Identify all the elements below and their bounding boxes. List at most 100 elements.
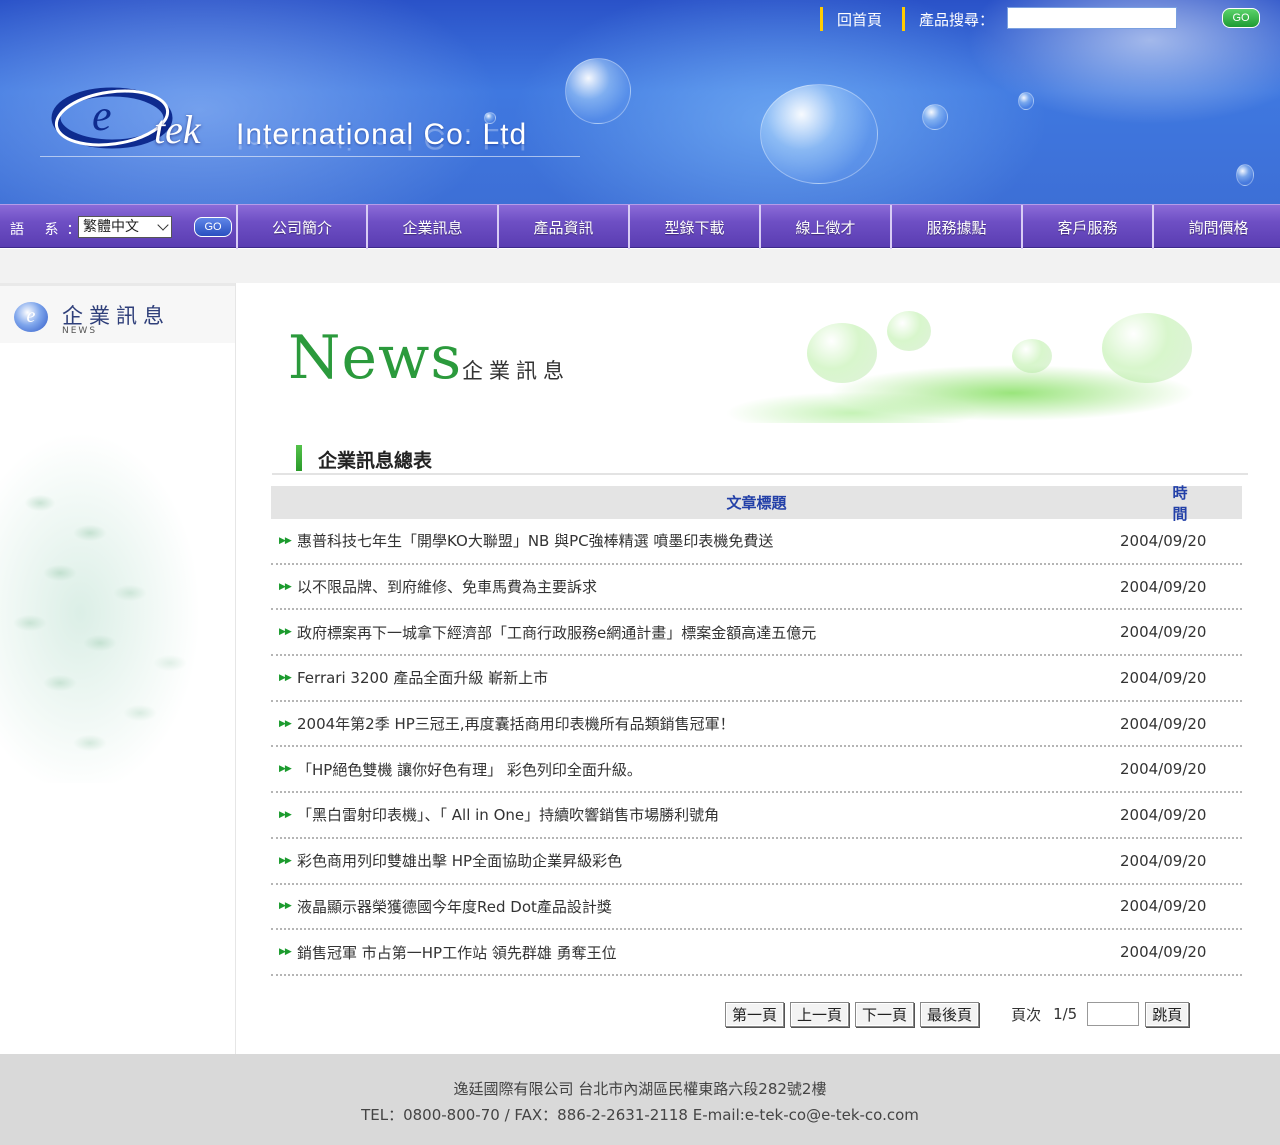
news-date: 2004/09/20 xyxy=(1120,623,1207,642)
double-arrow-icon: ▶▶ xyxy=(279,581,292,592)
last-page-button[interactable]: 最後頁 xyxy=(920,1001,980,1027)
main-content: News 企業訊息 企業訊息總表 文章標題 時間 ▶▶ 惠普科技七年生「開學KO… xyxy=(237,283,1280,1054)
news-title-link[interactable]: 以不限品牌、到府維修、免車馬費為主要訴求 xyxy=(297,576,1112,597)
news-date: 2004/09/20 xyxy=(1120,805,1207,824)
news-date: 2004/09/20 xyxy=(1120,714,1207,733)
news-date: 2004/09/20 xyxy=(1120,897,1207,916)
table-row[interactable]: ▶▶ 「黑白雷射印表機」、「 All in One」持續吹響銷售市場勝利號角 2… xyxy=(271,793,1242,839)
water-drop-decoration xyxy=(565,58,631,124)
table-row[interactable]: ▶▶ 液晶顯示器榮獲德國今年度Red Dot產品設計獎 2004/09/20 xyxy=(271,885,1242,931)
news-date: 2004/09/20 xyxy=(1120,760,1207,779)
footer-address: 逸廷國際有限公司 台北市內湖區民權東路六段282號2樓 xyxy=(453,1080,827,1098)
product-search-label: 產品搜尋： xyxy=(919,10,995,29)
page-indicator: 1/5 xyxy=(1053,1005,1078,1023)
jump-page-input[interactable] xyxy=(1087,1002,1140,1026)
language-label: 語 系： xyxy=(10,222,89,238)
divider xyxy=(902,7,906,31)
language-selected-value: 繁體中文 xyxy=(83,219,139,235)
green-bubble-decoration xyxy=(1012,339,1052,373)
search-go-button[interactable]: GO xyxy=(1222,8,1260,28)
news-table: 文章標題 時間 ▶▶ 惠普科技七年生「開學KO大聯盟」NB 與PC強棒精選 噴墨… xyxy=(271,484,1242,976)
nav-item-careers[interactable]: 線上徵才 xyxy=(759,205,890,249)
company-name-reflection: International Co. Ltd xyxy=(236,122,528,155)
news-banner: News 企業訊息 xyxy=(272,303,1242,423)
language-go-button[interactable]: GO xyxy=(194,217,232,237)
column-header-time: 時間 xyxy=(1172,483,1222,523)
section-header: 企業訊息總表 xyxy=(272,443,1248,475)
left-sidebar: e 企業訊息 NEWS xyxy=(0,283,236,1054)
jump-page-button[interactable]: 跳頁 xyxy=(1145,1001,1190,1027)
news-title-link[interactable]: 「黑白雷射印表機」、「 All in One」持續吹響銷售市場勝利號角 xyxy=(297,804,1112,825)
green-bubble-decoration xyxy=(887,311,931,351)
e-logo-icon: e xyxy=(14,302,48,332)
nav-item-catalog[interactable]: 型錄下載 xyxy=(628,205,759,249)
table-row[interactable]: ▶▶ 惠普科技七年生「開學KO大聯盟」NB 與PC強棒精選 噴墨印表機免費送 2… xyxy=(271,519,1242,565)
nav-item-locations[interactable]: 服務據點 xyxy=(890,205,1021,249)
first-page-button[interactable]: 第一頁 xyxy=(725,1001,785,1027)
pebbles-decoration xyxy=(0,383,235,783)
nav-item-pricing[interactable]: 詢問價格 xyxy=(1152,205,1280,249)
page-label: 頁次 xyxy=(1011,1005,1042,1024)
divider xyxy=(820,7,823,31)
water-drop-decoration xyxy=(760,84,878,184)
chevron-down-icon xyxy=(157,219,169,231)
product-search-input[interactable] xyxy=(1007,7,1177,29)
logo-divider xyxy=(40,156,580,157)
double-arrow-icon: ▶▶ xyxy=(279,901,292,912)
table-row[interactable]: ▶▶ 彩色商用列印雙雄出擊 HP全面協助企業昇級彩色 2004/09/20 xyxy=(271,839,1242,885)
double-arrow-icon: ▶▶ xyxy=(279,855,292,866)
double-arrow-icon: ▶▶ xyxy=(279,809,292,820)
banner-news-chinese: 企業訊息 xyxy=(462,359,570,383)
table-row[interactable]: ▶▶ 2004年第2季 HP三冠王,再度囊括商用印表機所有品類銷售冠軍！ 200… xyxy=(271,702,1242,748)
pagination: 第一頁 上一頁 下一頁 最後頁 頁次 1/5 跳頁 xyxy=(725,1001,1195,1027)
news-date: 2004/09/20 xyxy=(1120,531,1207,550)
news-title-link[interactable]: 政府標案再下一城拿下經濟部「工商行政服務e網通計畫」標案金額高達五億元 xyxy=(297,622,1112,643)
sidebar-subtitle: NEWS xyxy=(62,326,98,336)
main-nav-bar: 語 系： 繁體中文 公司簡介 企業訊息 產品資訊 型錄下載 線上徵才 服務據點 … xyxy=(0,204,1280,249)
site-footer: 逸廷國際有限公司 台北市內湖區民權東路六段282號2樓 TEL：0800-800… xyxy=(0,1054,1280,1145)
news-title-link[interactable]: Ferrari 3200 產品全面升級 嶄新上市 xyxy=(297,667,1112,688)
double-arrow-icon: ▶▶ xyxy=(279,535,292,546)
next-page-button[interactable]: 下一頁 xyxy=(855,1001,915,1027)
news-title-link[interactable]: 「HP絕色雙機 讓你好色有理」 彩色列印全面升級。 xyxy=(297,759,1112,780)
nav-item-support[interactable]: 客戶服務 xyxy=(1021,205,1152,249)
double-arrow-icon: ▶▶ xyxy=(279,627,292,638)
news-date: 2004/09/20 xyxy=(1120,943,1207,962)
nav-item-about[interactable]: 公司簡介 xyxy=(236,205,366,249)
nav-item-news[interactable]: 企業訊息 xyxy=(366,205,497,249)
water-drop-decoration xyxy=(1018,92,1034,110)
water-drop-decoration xyxy=(1236,164,1254,186)
language-select[interactable]: 繁體中文 xyxy=(78,216,172,238)
home-link[interactable]: 回首頁 xyxy=(837,9,882,30)
table-row[interactable]: ▶▶ 政府標案再下一城拿下經濟部「工商行政服務e網通計畫」標案金額高達五億元 2… xyxy=(271,610,1242,657)
news-date: 2004/09/20 xyxy=(1120,851,1207,870)
footer-contact: TEL：0800-800-70 / FAX：886-2-2631-2118 E-… xyxy=(361,1106,919,1124)
water-drop-decoration xyxy=(922,104,948,130)
prev-page-button[interactable]: 上一頁 xyxy=(790,1001,850,1027)
news-title-link[interactable]: 2004年第2季 HP三冠王,再度囊括商用印表機所有品類銷售冠軍！ xyxy=(297,713,1112,734)
section-title: 企業訊息總表 xyxy=(318,450,433,472)
nav-spacer-strip xyxy=(0,249,1280,283)
news-title-link[interactable]: 液晶顯示器榮獲德國今年度Red Dot產品設計獎 xyxy=(297,896,1112,917)
table-header: 文章標題 時間 xyxy=(271,484,1242,523)
news-title-link[interactable]: 惠普科技七年生「開學KO大聯盟」NB 與PC強棒精選 噴墨印表機免費送 xyxy=(297,530,1112,551)
double-arrow-icon: ▶▶ xyxy=(279,947,292,958)
news-title-link[interactable]: 彩色商用列印雙雄出擊 HP全面協助企業昇級彩色 xyxy=(297,850,1112,871)
news-date: 2004/09/20 xyxy=(1120,668,1207,687)
svg-text:e: e xyxy=(92,91,112,140)
green-bubble-decoration xyxy=(1102,313,1192,383)
banner-news-word: News xyxy=(288,323,463,393)
table-row[interactable]: ▶▶ 「HP絕色雙機 讓你好色有理」 彩色列印全面升級。 2004/09/20 xyxy=(271,747,1242,794)
double-arrow-icon: ▶▶ xyxy=(279,764,292,775)
logo-tek-text: tek xyxy=(154,107,201,152)
nav-item-products[interactable]: 產品資訊 xyxy=(497,205,628,249)
top-links: 回首頁 產品搜尋： xyxy=(820,6,1004,32)
news-title-link[interactable]: 銷售冠軍 市占第一HP工作站 領先群雄 勇奪王位 xyxy=(297,942,1112,963)
table-row[interactable]: ▶▶ 以不限品牌、到府維修、免車馬費為主要訴求 2004/09/20 xyxy=(271,565,1242,611)
double-arrow-icon: ▶▶ xyxy=(279,718,292,729)
table-row[interactable]: ▶▶ Ferrari 3200 產品全面升級 嶄新上市 2004/09/20 xyxy=(271,656,1242,702)
double-arrow-icon: ▶▶ xyxy=(279,672,292,683)
nav-items: 公司簡介 企業訊息 產品資訊 型錄下載 線上徵才 服務據點 客戶服務 詢問價格 xyxy=(236,205,1280,249)
table-row[interactable]: ▶▶ 銷售冠軍 市占第一HP工作站 領先群雄 勇奪王位 2004/09/20 xyxy=(271,930,1242,976)
news-date: 2004/09/20 xyxy=(1120,577,1207,596)
